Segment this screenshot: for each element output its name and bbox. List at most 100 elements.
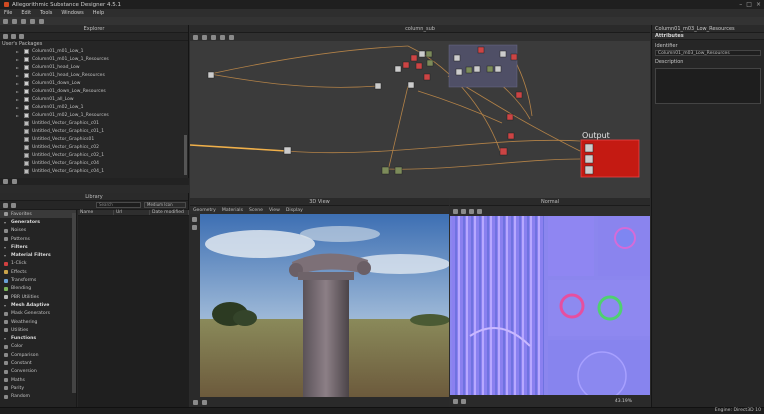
library-category[interactable]: 1-Click	[0, 260, 76, 268]
expand-arrow-icon[interactable]: ►	[16, 81, 21, 86]
settings-icon[interactable]	[229, 34, 234, 40]
menu-display[interactable]: Display	[286, 208, 303, 213]
path-icon[interactable]	[12, 179, 17, 184]
menu-scene[interactable]: Scene	[249, 208, 263, 213]
library-category[interactable]: Mask Generators	[0, 310, 76, 318]
library-category[interactable]: Random	[0, 393, 76, 401]
column-date-modified[interactable]: Date modified	[150, 210, 189, 215]
explorer-item[interactable]: ► Column01_all_Low	[0, 95, 188, 103]
library-category[interactable]: Maths	[0, 376, 76, 384]
light-icon[interactable]	[192, 225, 197, 230]
explorer-item[interactable]: Untitled_Vector_Graphics_c04_1	[0, 167, 188, 175]
3d-viewport[interactable]	[200, 214, 449, 397]
minimize-icon[interactable]: –	[739, 1, 742, 8]
menu-materials[interactable]: Materials	[222, 208, 243, 213]
library-group[interactable]: ▾ Functions	[0, 334, 76, 342]
explorer-item[interactable]: ► Column01_down_Low_Resources	[0, 87, 188, 95]
expand-arrow-icon[interactable]: ►	[16, 73, 21, 78]
maximize-icon[interactable]: □	[746, 1, 752, 8]
attributes-tab[interactable]: Column01_m03_Low_Resources	[652, 25, 764, 33]
pan-icon[interactable]	[469, 208, 474, 214]
explorer-scrollbar[interactable]	[184, 135, 187, 175]
library-scrollbar[interactable]	[72, 213, 76, 393]
library-search-input[interactable]: Search	[96, 202, 141, 208]
library-group[interactable]: ▾ Mesh Adaptive	[0, 301, 76, 309]
options-icon[interactable]	[477, 208, 482, 214]
explorer-item[interactable]: ► Column01_m02_Low_1_Resources	[0, 111, 188, 119]
library-group[interactable]: ▾ Generators	[0, 218, 76, 226]
explorer-item[interactable]: ► Column01_head_Low	[0, 63, 188, 71]
zoom-icon[interactable]	[202, 34, 207, 40]
expand-arrow-icon[interactable]: ►	[16, 113, 21, 118]
new-library-icon[interactable]	[3, 202, 8, 208]
column-name[interactable]: Name	[78, 210, 114, 215]
expand-arrow-icon[interactable]: ►	[16, 97, 21, 102]
explorer-item[interactable]: Untitled_Vector_Graphics_c01	[0, 119, 188, 127]
menu-view[interactable]: View	[269, 208, 280, 213]
library-category[interactable]: Transforms	[0, 276, 76, 284]
actual-size-icon[interactable]	[461, 398, 466, 404]
explorer-item[interactable]: Untitled_Vector_Graphics01	[0, 135, 188, 143]
filter-icon[interactable]	[11, 202, 16, 208]
library-category[interactable]: Color	[0, 343, 76, 351]
expand-arrow-icon[interactable]: ►	[16, 105, 21, 110]
library-category[interactable]: Effects	[0, 268, 76, 276]
library-category[interactable]: Comparison	[0, 351, 76, 359]
library-category[interactable]: Noises	[0, 227, 76, 235]
graph-canvas[interactable]: Output	[190, 41, 650, 198]
library-category[interactable]: Blending	[0, 285, 76, 293]
explorer-item[interactable]: ► Column01_m02_Low_1	[0, 103, 188, 111]
chevron-down-icon[interactable]: ▾	[4, 220, 8, 225]
library-category[interactable]: Weathering	[0, 318, 76, 326]
attributes-section[interactable]: Attributes	[652, 33, 764, 40]
explorer-item[interactable]: ► Column01_m01_Low_1_Resources	[0, 55, 188, 63]
menu-tools[interactable]: Tools	[40, 10, 52, 16]
library-group[interactable]: ▾ Material Filters	[0, 251, 76, 259]
frame-icon[interactable]	[220, 34, 225, 40]
normal-map-preview[interactable]	[450, 216, 650, 395]
explorer-item[interactable]: Untitled_Vector_Graphics_c02_1	[0, 151, 188, 159]
menu-edit[interactable]: Edit	[21, 10, 31, 16]
expand-arrow-icon[interactable]: ►	[16, 57, 21, 62]
description-field[interactable]	[655, 68, 761, 104]
menu-help[interactable]: Help	[93, 10, 104, 16]
link-icon[interactable]	[3, 179, 8, 184]
camera-icon[interactable]	[192, 217, 197, 222]
library-group[interactable]: ▾ Filters	[0, 243, 76, 251]
tile-icon[interactable]	[461, 208, 466, 214]
fit-icon[interactable]	[453, 398, 458, 404]
library-category[interactable]: Constant	[0, 359, 76, 367]
new-icon[interactable]	[3, 18, 8, 24]
graph-menu-icon[interactable]	[193, 34, 198, 40]
open-package-icon[interactable]	[11, 34, 16, 39]
explorer-item[interactable]: ► Column01_head_Low_Resources	[0, 71, 188, 79]
menu-geometry[interactable]: Geometry	[193, 208, 216, 213]
chevron-down-icon[interactable]: ▾	[4, 336, 8, 341]
undo-icon[interactable]	[30, 18, 35, 24]
explorer-item[interactable]: ► Column01_m01_Low_1	[0, 47, 188, 55]
explorer-item[interactable]: Untitled_Vector_Graphics_c02	[0, 143, 188, 151]
expand-arrow-icon[interactable]: ►	[16, 65, 21, 70]
snapshot-icon[interactable]	[193, 399, 198, 405]
explorer-item[interactable]: ► Column01_down_Low	[0, 79, 188, 87]
save-icon[interactable]	[21, 18, 26, 24]
library-category[interactable]: PBR Utilities	[0, 293, 76, 301]
library-category[interactable]: Patterns	[0, 235, 76, 243]
grid-icon[interactable]	[211, 34, 216, 40]
library-category[interactable]: Utilities	[0, 326, 76, 334]
menu-file[interactable]: File	[4, 10, 12, 16]
expand-arrow-icon[interactable]: ►	[16, 49, 21, 54]
open-icon[interactable]	[12, 18, 17, 24]
library-category[interactable]: Favorites	[0, 210, 76, 219]
new-package-icon[interactable]	[3, 34, 8, 39]
chevron-down-icon[interactable]: ▾	[4, 253, 8, 258]
explorer-item[interactable]: Untitled_Vector_Graphics_c04	[0, 159, 188, 167]
record-icon[interactable]	[202, 399, 207, 405]
redo-icon[interactable]	[39, 18, 44, 24]
save-package-icon[interactable]	[19, 34, 24, 39]
chevron-down-icon[interactable]: ▾	[4, 245, 8, 250]
chevron-down-icon[interactable]: ▾	[4, 303, 8, 308]
library-category[interactable]: Conversion	[0, 368, 76, 376]
close-icon[interactable]: ×	[756, 1, 761, 8]
explorer-item[interactable]: Untitled_Vector_Graphics_c01_1	[0, 127, 188, 135]
